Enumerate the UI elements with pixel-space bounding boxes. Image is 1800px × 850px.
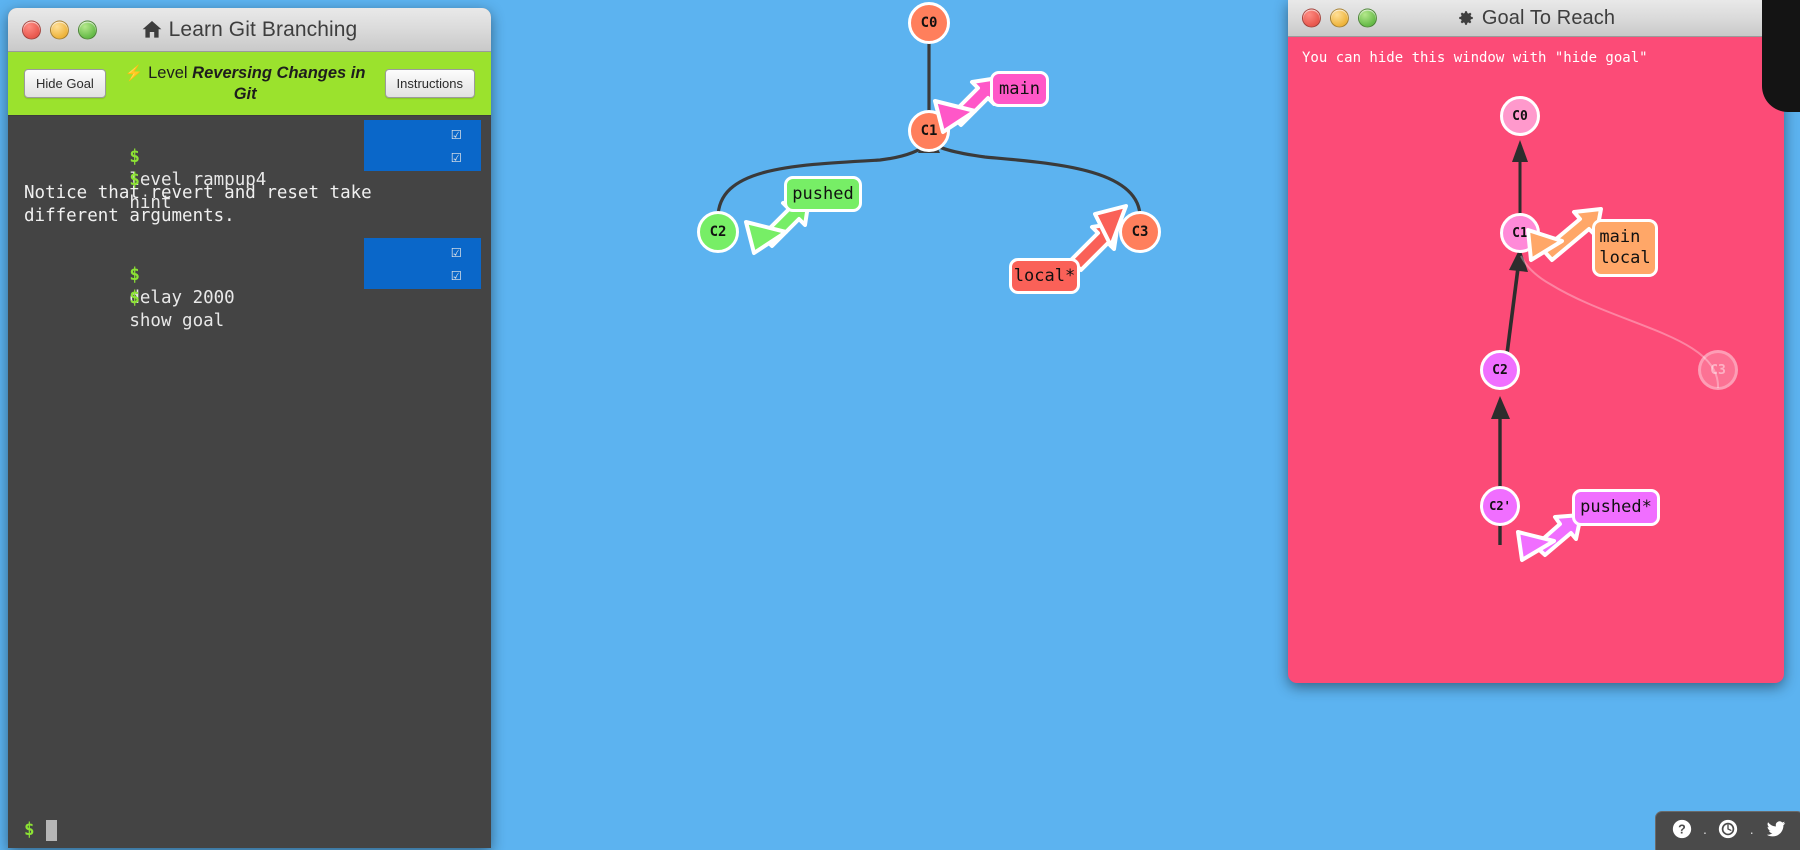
branch-tag-local[interactable]: local* <box>1009 258 1080 294</box>
branch-tag-label: pushed <box>792 183 854 204</box>
goal-branch-tag-label: pushed* <box>1580 497 1652 518</box>
app-root: Learn Git Branching Hide Goal ⚡ Level Re… <box>0 0 1800 850</box>
svg-text:?: ? <box>1678 823 1686 837</box>
arrow-pushed-to-c2prime <box>1516 513 1583 562</box>
help-question-icon[interactable]: ? <box>1672 819 1692 844</box>
branch-tag-label: local* <box>1013 265 1076 286</box>
social-dock: ? · · <box>1654 811 1800 850</box>
goal-branch-tag-label: main local <box>1599 227 1651 268</box>
branch-tag-label: main <box>999 78 1040 99</box>
goal-to-reach-window: Goal To Reach You can hide this window w… <box>1288 0 1784 683</box>
window-edge-shadow <box>1762 0 1800 112</box>
arrow-main-to-c1 <box>933 76 1000 134</box>
twitter-bird-icon[interactable] <box>1765 819 1787 844</box>
separator-dot: · <box>1702 823 1708 840</box>
globe-icon[interactable] <box>1718 819 1738 844</box>
goal-branch-tag-main-local: main local <box>1592 219 1658 277</box>
goal-graph-tag-arrows <box>1516 207 1603 562</box>
goal-branch-tag-pushed: pushed* <box>1572 489 1660 526</box>
arrow-local-to-c3 <box>1069 204 1128 272</box>
arrow-mainlocal-to-c1 <box>1526 207 1603 262</box>
branch-tag-pushed[interactable]: pushed <box>784 176 862 212</box>
separator-dot: · <box>1749 823 1754 840</box>
branch-tag-main[interactable]: main <box>990 71 1049 107</box>
